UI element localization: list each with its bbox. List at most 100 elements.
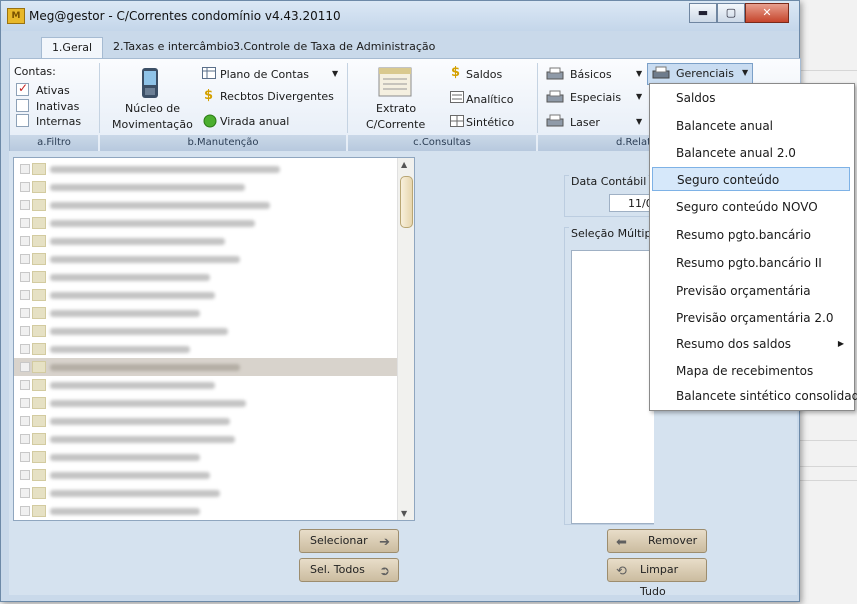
background-line: [800, 480, 857, 481]
inativas-checkbox[interactable]: [16, 99, 29, 112]
menu-item-previsao[interactable]: Previsão orçamentária: [652, 279, 850, 303]
tree-row[interactable]: [14, 484, 398, 502]
chevron-down-icon[interactable]: ▼: [636, 117, 642, 126]
remover-label: Remover: [648, 534, 698, 547]
tree-scrollbar[interactable]: ▲ ▼: [397, 158, 414, 520]
tree-row[interactable]: [14, 340, 398, 358]
menu-item-seguro-conteudo-novo[interactable]: Seguro conteúdo NOVO: [652, 195, 850, 219]
table-icon: [202, 67, 216, 79]
tree-row[interactable]: [14, 268, 398, 286]
arrow-right-icon: ➔: [379, 535, 390, 550]
tab-strip: 1.Geral 2.Taxas e intercâmbio 3.Controle…: [9, 35, 791, 59]
tree-row[interactable]: [14, 214, 398, 232]
especiais-button[interactable]: Especiais: [570, 91, 621, 104]
printer-icon: [546, 67, 564, 80]
tree-row[interactable]: [14, 412, 398, 430]
internas-checkbox[interactable]: [16, 114, 29, 127]
arrow-left-icon: ⬅: [616, 535, 627, 550]
limpar-tudo-label: Limpar Tudo: [640, 563, 679, 598]
scroll-up-icon[interactable]: ▲: [401, 160, 407, 169]
printer-icon: [546, 90, 564, 103]
title-bar[interactable]: M Meg@gestor - C/Correntes condomínio v4…: [1, 1, 799, 31]
inativas-label: Inativas: [36, 100, 80, 113]
window-title: Meg@gestor - C/Correntes condomínio v4.4…: [29, 9, 341, 23]
background-line: [800, 70, 857, 71]
scroll-down-icon[interactable]: ▼: [401, 509, 407, 518]
printer-icon: [546, 114, 564, 127]
tree-row[interactable]: [14, 322, 398, 340]
gerenciais-button[interactable]: Gerenciais ▼: [647, 63, 753, 85]
grid-icon: [450, 115, 464, 127]
app-logo-icon: M: [7, 8, 25, 24]
chevron-down-icon[interactable]: ▼: [332, 69, 338, 78]
tree-row[interactable]: [14, 250, 398, 268]
tree-row[interactable]: [14, 232, 398, 250]
recbtos-divergentes-button[interactable]: Recbtos Divergentes: [220, 90, 334, 103]
tab-controle-taxa[interactable]: 3.Controle de Taxa de Administração: [229, 37, 439, 57]
close-button[interactable]: ✕: [745, 3, 789, 23]
ativas-checkbox[interactable]: [16, 81, 29, 96]
menu-item-resumo-saldos-label: Resumo dos saldos: [676, 337, 792, 351]
sel-todos-button[interactable]: Sel. Todos ➲: [299, 558, 399, 582]
tree-row[interactable]: [14, 304, 398, 322]
tree-row[interactable]: [14, 430, 398, 448]
dollar-icon: $: [204, 88, 214, 103]
ribbon-separator: [99, 63, 100, 133]
tree-row[interactable]: [14, 448, 398, 466]
extrato-line2[interactable]: C/Corrente: [366, 118, 425, 131]
plano-contas-button[interactable]: Plano de Contas: [220, 68, 309, 81]
basicos-button[interactable]: Básicos: [570, 68, 612, 81]
tree-row[interactable]: [14, 286, 398, 304]
data-contabil-field[interactable]: 11/0: [609, 194, 653, 212]
chevron-down-icon[interactable]: ▼: [636, 92, 642, 101]
menu-item-resumo-pgto[interactable]: Resumo pgto.bancário: [652, 223, 850, 247]
menu-item-previsao-2[interactable]: Previsão orçamentária 2.0: [652, 306, 850, 330]
tree-row[interactable]: [14, 160, 398, 178]
tree-row-selected[interactable]: [14, 358, 398, 376]
refresh-icon: [203, 114, 217, 128]
background-line: [800, 440, 857, 441]
tree-row[interactable]: [14, 196, 398, 214]
menu-item-mapa-recebimentos[interactable]: Mapa de recebimentos: [652, 359, 850, 383]
virada-anual-button[interactable]: Virada anual: [220, 115, 289, 128]
list-icon: [450, 91, 464, 103]
limpar-tudo-button[interactable]: ⟲ Limpar Tudo: [607, 558, 707, 598]
group-label-filtro: a.Filtro: [10, 135, 98, 151]
tab-geral[interactable]: 1.Geral: [41, 37, 103, 58]
sel-todos-label: Sel. Todos: [310, 563, 365, 576]
selecao-multipla-list[interactable]: [571, 250, 654, 524]
document-icon: [378, 67, 412, 100]
remover-button[interactable]: ⬅ Remover: [607, 529, 707, 553]
selecao-multipla-panel: Seleção Múltipla: [564, 227, 664, 525]
condominium-tree[interactable]: ▲ ▼: [13, 157, 415, 521]
group-label-manutencao: b.Manutenção: [100, 135, 346, 151]
sintetico-button[interactable]: Sintético: [466, 116, 514, 129]
nucleo-line1[interactable]: Núcleo de: [125, 102, 180, 115]
background-line: [800, 466, 857, 467]
tree-row[interactable]: [14, 502, 398, 520]
laser-button[interactable]: Laser: [570, 116, 600, 129]
saldos-button[interactable]: Saldos: [466, 68, 502, 81]
menu-item-seguro-conteudo[interactable]: Seguro conteúdo: [652, 167, 850, 191]
nucleo-line2[interactable]: Movimentação: [112, 118, 193, 131]
menu-item-balancete-sintetico[interactable]: Balancete sintético consolidado: [652, 384, 857, 408]
data-contabil-panel: Data Contábil 11/0: [564, 175, 654, 217]
scroll-thumb[interactable]: [400, 176, 413, 228]
menu-item-resumo-pgto-2[interactable]: Resumo pgto.bancário II: [652, 251, 850, 275]
minimize-button[interactable]: ▬: [689, 3, 717, 23]
chevron-down-icon[interactable]: ▼: [636, 69, 642, 78]
maximize-button[interactable]: ▢: [717, 3, 745, 23]
analitico-button[interactable]: Analítico: [466, 93, 514, 106]
internas-label: Internas: [36, 115, 82, 128]
selecionar-button[interactable]: Selecionar ➔: [299, 529, 399, 553]
tree-row[interactable]: [14, 466, 398, 484]
tree-row[interactable]: [14, 394, 398, 412]
menu-item-resumo-saldos[interactable]: Resumo dos saldos ▶: [652, 332, 850, 356]
extrato-line1[interactable]: Extrato: [376, 102, 416, 115]
menu-item-saldos[interactable]: Saldos: [652, 86, 850, 110]
menu-item-balancete-anual[interactable]: Balancete anual: [652, 114, 850, 138]
tree-row[interactable]: [14, 376, 398, 394]
menu-item-balancete-anual-2[interactable]: Balancete anual 2.0: [652, 141, 850, 165]
tree-row[interactable]: [14, 178, 398, 196]
tab-taxas[interactable]: 2.Taxas e intercâmbio: [109, 37, 238, 57]
